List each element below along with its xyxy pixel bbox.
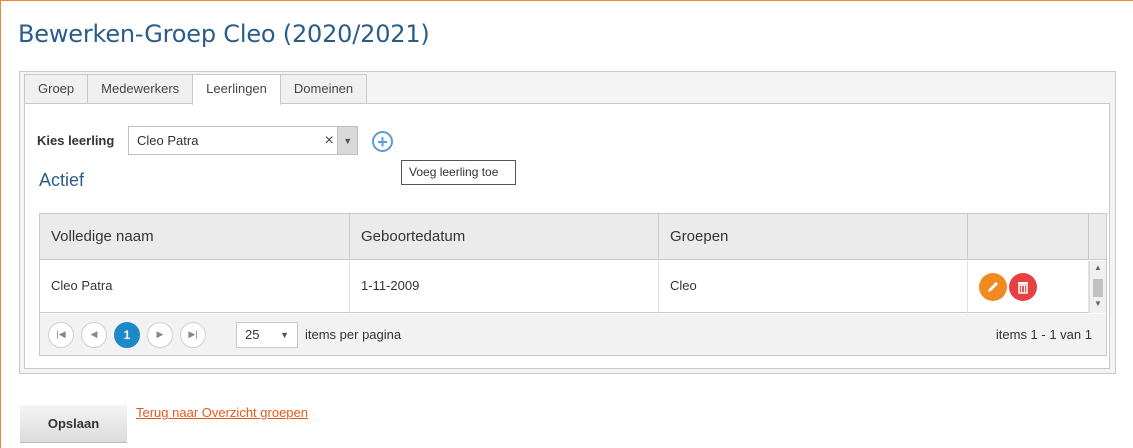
tab-medewerkers[interactable]: Medewerkers — [87, 74, 194, 103]
grid-scrollbar[interactable]: ▲ ▼ — [1089, 261, 1106, 313]
edit-icon[interactable] — [979, 273, 1007, 301]
cell-actions — [968, 261, 1089, 313]
tab-strip: Groep Medewerkers Leerlingen Domeinen — [24, 74, 368, 105]
chevron-down-icon: ▼ — [280, 329, 289, 340]
add-student-button[interactable]: + — [372, 131, 393, 152]
tab-groep[interactable]: Groep — [24, 74, 89, 103]
page-size-value: 25 — [245, 327, 260, 342]
add-circle-icon: + — [377, 131, 388, 152]
section-title: Actief — [39, 170, 85, 190]
clear-icon[interactable]: × — [321, 132, 337, 150]
column-header-dob[interactable]: Geboortedatum — [350, 214, 659, 260]
delete-icon[interactable] — [1009, 273, 1037, 301]
per-page-label: items per pagina — [305, 327, 402, 342]
trash-icon — [1018, 282, 1028, 294]
tab-leerlingen[interactable]: Leerlingen — [192, 74, 281, 105]
column-header-actions — [968, 214, 1089, 260]
table-row[interactable]: Cleo Patra 1-11-2009 Cleo — [40, 261, 1106, 313]
page-title: Bewerken-Groep Cleo (2020/2021) — [18, 20, 430, 48]
save-button[interactable]: Opslaan — [20, 405, 127, 443]
pager-info: items 1 - 1 van 1 — [995, 327, 1092, 342]
pencil-icon — [988, 282, 998, 292]
dropdown-arrow-icon[interactable]: ▼ — [337, 127, 357, 154]
page-size-select[interactable]: 25 ▼ — [236, 321, 298, 348]
next-page-icon[interactable]: ▶ — [147, 321, 173, 348]
cell-groups: Cleo — [659, 261, 968, 313]
column-header-name[interactable]: Volledige naam — [40, 214, 350, 260]
tab-domeinen[interactable]: Domeinen — [279, 74, 368, 103]
pager: |◀ ◀ 1 ▶ ▶| 25 ▼ items per pagina items … — [40, 314, 1106, 355]
page-number-button[interactable]: 1 — [114, 321, 140, 348]
prev-page-icon[interactable]: ◀ — [81, 321, 107, 348]
scroll-down-icon[interactable]: ▼ — [1090, 299, 1106, 311]
student-input[interactable] — [129, 127, 321, 154]
tab-content: Kies leerling × ▼ + Voeg leerling toe Ac… — [24, 103, 1110, 369]
student-picker-label: Kies leerling — [37, 133, 115, 148]
back-to-overview-link[interactable]: Terug naar Overzicht groepen — [136, 405, 308, 420]
students-grid: Volledige naam Geboortedatum Groepen Cle… — [39, 213, 1107, 356]
last-page-icon[interactable]: ▶| — [180, 321, 206, 348]
grid-header: Volledige naam Geboortedatum Groepen — [40, 214, 1106, 260]
scroll-up-icon[interactable]: ▲ — [1090, 263, 1106, 275]
first-page-icon[interactable]: |◀ — [48, 321, 74, 348]
student-combobox[interactable]: × ▼ — [128, 126, 358, 155]
cell-dob: 1-11-2009 — [350, 261, 659, 313]
cell-name: Cleo Patra — [40, 261, 350, 313]
add-student-tooltip: Voeg leerling toe — [401, 160, 516, 185]
tab-panel: Groep Medewerkers Leerlingen Domeinen Ki… — [19, 71, 1116, 374]
scroll-thumb[interactable] — [1093, 279, 1103, 297]
column-header-groups[interactable]: Groepen — [659, 214, 968, 260]
